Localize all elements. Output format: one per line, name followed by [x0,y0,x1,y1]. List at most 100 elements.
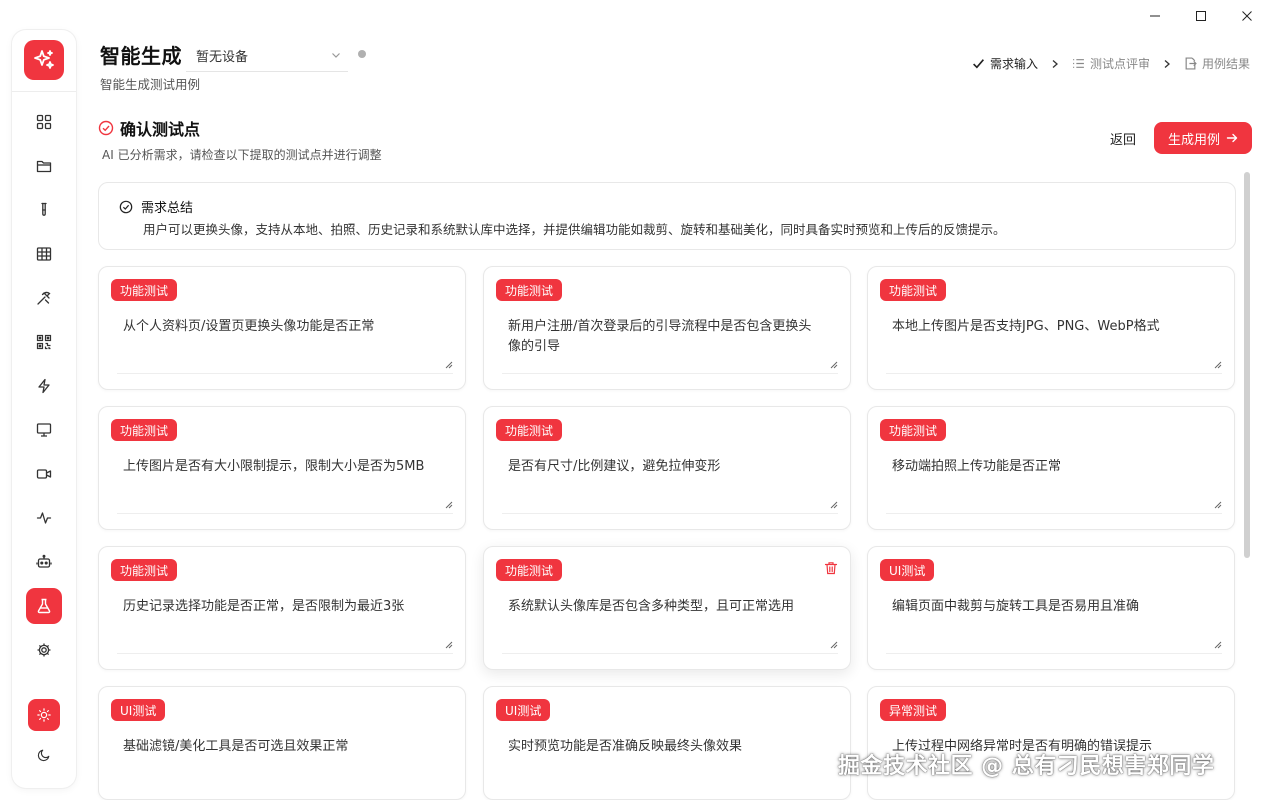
testpoint-card: UI测试 基础滤镜/美化工具是否可选且效果正常 [98,686,466,800]
textarea-underline [117,373,453,374]
check-icon [973,59,984,69]
textarea-underline [502,373,838,374]
theme-light-button[interactable] [28,699,60,731]
sidebar-item-table[interactable] [26,236,62,272]
testpoint-textarea[interactable]: 本地上传图片是否支持JPG、PNG、WebP格式 [892,317,1208,337]
chevron-right-icon [1164,59,1170,68]
testpoint-textarea[interactable]: 编辑页面中裁剪与旋转工具是否易用且准确 [892,597,1208,617]
minimize-button[interactable] [1132,0,1178,32]
sidebar-item-qrcode[interactable] [26,324,62,360]
tools-icon [37,291,51,305]
device-select[interactable]: 暂无设备 [186,40,348,72]
testpoint-card: UI测试 实时预览功能是否准确反映最终头像效果 [483,686,851,800]
textarea-underline [886,513,1222,514]
check-circle-icon [119,200,133,213]
testpoint-tag: 功能测试 [880,419,947,441]
testpoint-tag: 功能测试 [496,419,563,441]
testpoint-textarea[interactable]: 是否有尺寸/比例建议，避免拉伸变形 [508,457,824,477]
sidebar-item-automation[interactable] [26,544,62,580]
window-controls [1132,0,1270,32]
sidebar-item-projects[interactable] [26,148,62,184]
app-logo[interactable] [24,40,64,80]
chevron-down-icon [332,53,340,58]
testpoint-card: 功能测试 是否有尺寸/比例建议，避免拉伸变形 [483,406,851,530]
file-export-icon [1185,57,1197,70]
testpoint-textarea[interactable]: 移动端拍照上传功能是否正常 [892,457,1208,477]
step-requirement-input: 需求输入 [972,55,1038,72]
close-button[interactable] [1224,0,1270,32]
textarea-underline [886,373,1222,374]
step-label: 需求输入 [989,57,1038,71]
minimize-icon [1150,15,1160,17]
testpoint-tag: 功能测试 [111,419,178,441]
sun-icon [37,708,51,722]
back-button[interactable]: 返回 [1104,124,1142,152]
scrollbar-thumb[interactable] [1244,172,1250,558]
step-arrow [1050,59,1060,69]
sidebar-item-performance[interactable] [26,368,62,404]
resize-handle-icon[interactable] [1214,501,1222,509]
generate-cases-button[interactable]: 生成用例 [1154,122,1252,154]
testpoint-textarea[interactable]: 新用户注册/首次登录后的引导流程中是否包含更换头像的引导 [508,317,824,357]
resize-handle-icon[interactable] [1214,641,1222,649]
resize-handle-icon[interactable] [830,361,838,369]
resize-handle-icon[interactable] [445,501,453,509]
testpoint-card: 功能测试 上传图片是否有大小限制提示，限制大小是否为5MB [98,406,466,530]
testpoint-tag: UI测试 [111,699,166,721]
step-label: 用例结果 [1201,57,1250,71]
sidebar-item-recordings[interactable] [26,456,62,492]
monitor-icon [36,423,52,437]
maximize-icon [1196,11,1206,21]
generate-cases-label: 生成用例 [1167,132,1220,148]
table-icon [36,247,52,261]
resize-handle-icon[interactable] [1214,361,1222,369]
test-tube-icon [41,202,47,216]
sidebar-item-tools[interactable] [26,280,62,316]
testpoint-textarea[interactable]: 历史记录选择功能是否正常，是否限制为最近3张 [123,597,439,617]
testpoint-card: 功能测试 移动端拍照上传功能是否正常 [867,406,1235,530]
video-icon [36,469,52,479]
resize-handle-icon[interactable] [830,641,838,649]
sidebar-item-settings[interactable] [26,632,62,668]
sidebar-item-ai-generate[interactable] [26,588,62,624]
testpoint-textarea[interactable]: 上传图片是否有大小限制提示，限制大小是否为5MB [123,457,439,477]
sidebar-item-devices[interactable] [26,412,62,448]
delete-icon[interactable] [824,561,838,575]
sidebar-item-monitoring[interactable] [26,500,62,536]
dashboard-icon [36,114,52,130]
textarea-underline [502,513,838,514]
lightning-icon [38,378,50,394]
sparkle-icon [34,50,54,69]
textarea-underline [886,653,1222,654]
resize-handle-icon[interactable] [830,501,838,509]
summary-heading: 需求总结 [119,197,193,216]
resize-handle-icon[interactable] [445,361,453,369]
step-label: 测试点评审 [1089,57,1150,71]
resize-handle-icon[interactable] [445,641,453,649]
sidebar-item-tests[interactable] [26,192,62,228]
testpoint-textarea[interactable]: 实时预览功能是否准确反映最终头像效果 [508,737,824,757]
activity-icon [36,512,52,524]
device-status-dot [358,50,366,58]
sidebar-divider [12,91,76,92]
testpoint-textarea[interactable]: 系统默认头像库是否包含多种类型，且可正常选用 [508,597,824,617]
testpoint-textarea[interactable]: 从个人资料页/设置页更换头像功能是否正常 [123,317,439,337]
testpoint-card: 功能测试 历史记录选择功能是否正常，是否限制为最近3张 [98,546,466,670]
testpoint-tag: 异常测试 [880,699,947,721]
testpoint-card: 功能测试 从个人资料页/设置页更换头像功能是否正常 [98,266,466,390]
section-description: AI 已分析需求，请检查以下提取的测试点并进行调整 [102,148,382,162]
step-arrow [1162,59,1172,69]
testpoint-textarea[interactable]: 基础滤镜/美化工具是否可选且效果正常 [123,737,439,757]
sidebar-item-dashboard[interactable] [26,104,62,140]
flask-icon [37,598,51,614]
sidebar [12,30,76,788]
theme-dark-button[interactable] [28,739,60,771]
section-title: 确认测试点 [98,116,200,140]
testpoint-card: 功能测试 新用户注册/首次登录后的引导流程中是否包含更换头像的引导 [483,266,851,390]
step-testpoint-review: 测试点评审 [1072,55,1150,72]
textarea-underline [502,653,838,654]
robot-icon [36,554,52,568]
maximize-button[interactable] [1178,0,1224,32]
gear-icon [37,643,51,657]
testpoint-tag: UI测试 [880,559,935,581]
